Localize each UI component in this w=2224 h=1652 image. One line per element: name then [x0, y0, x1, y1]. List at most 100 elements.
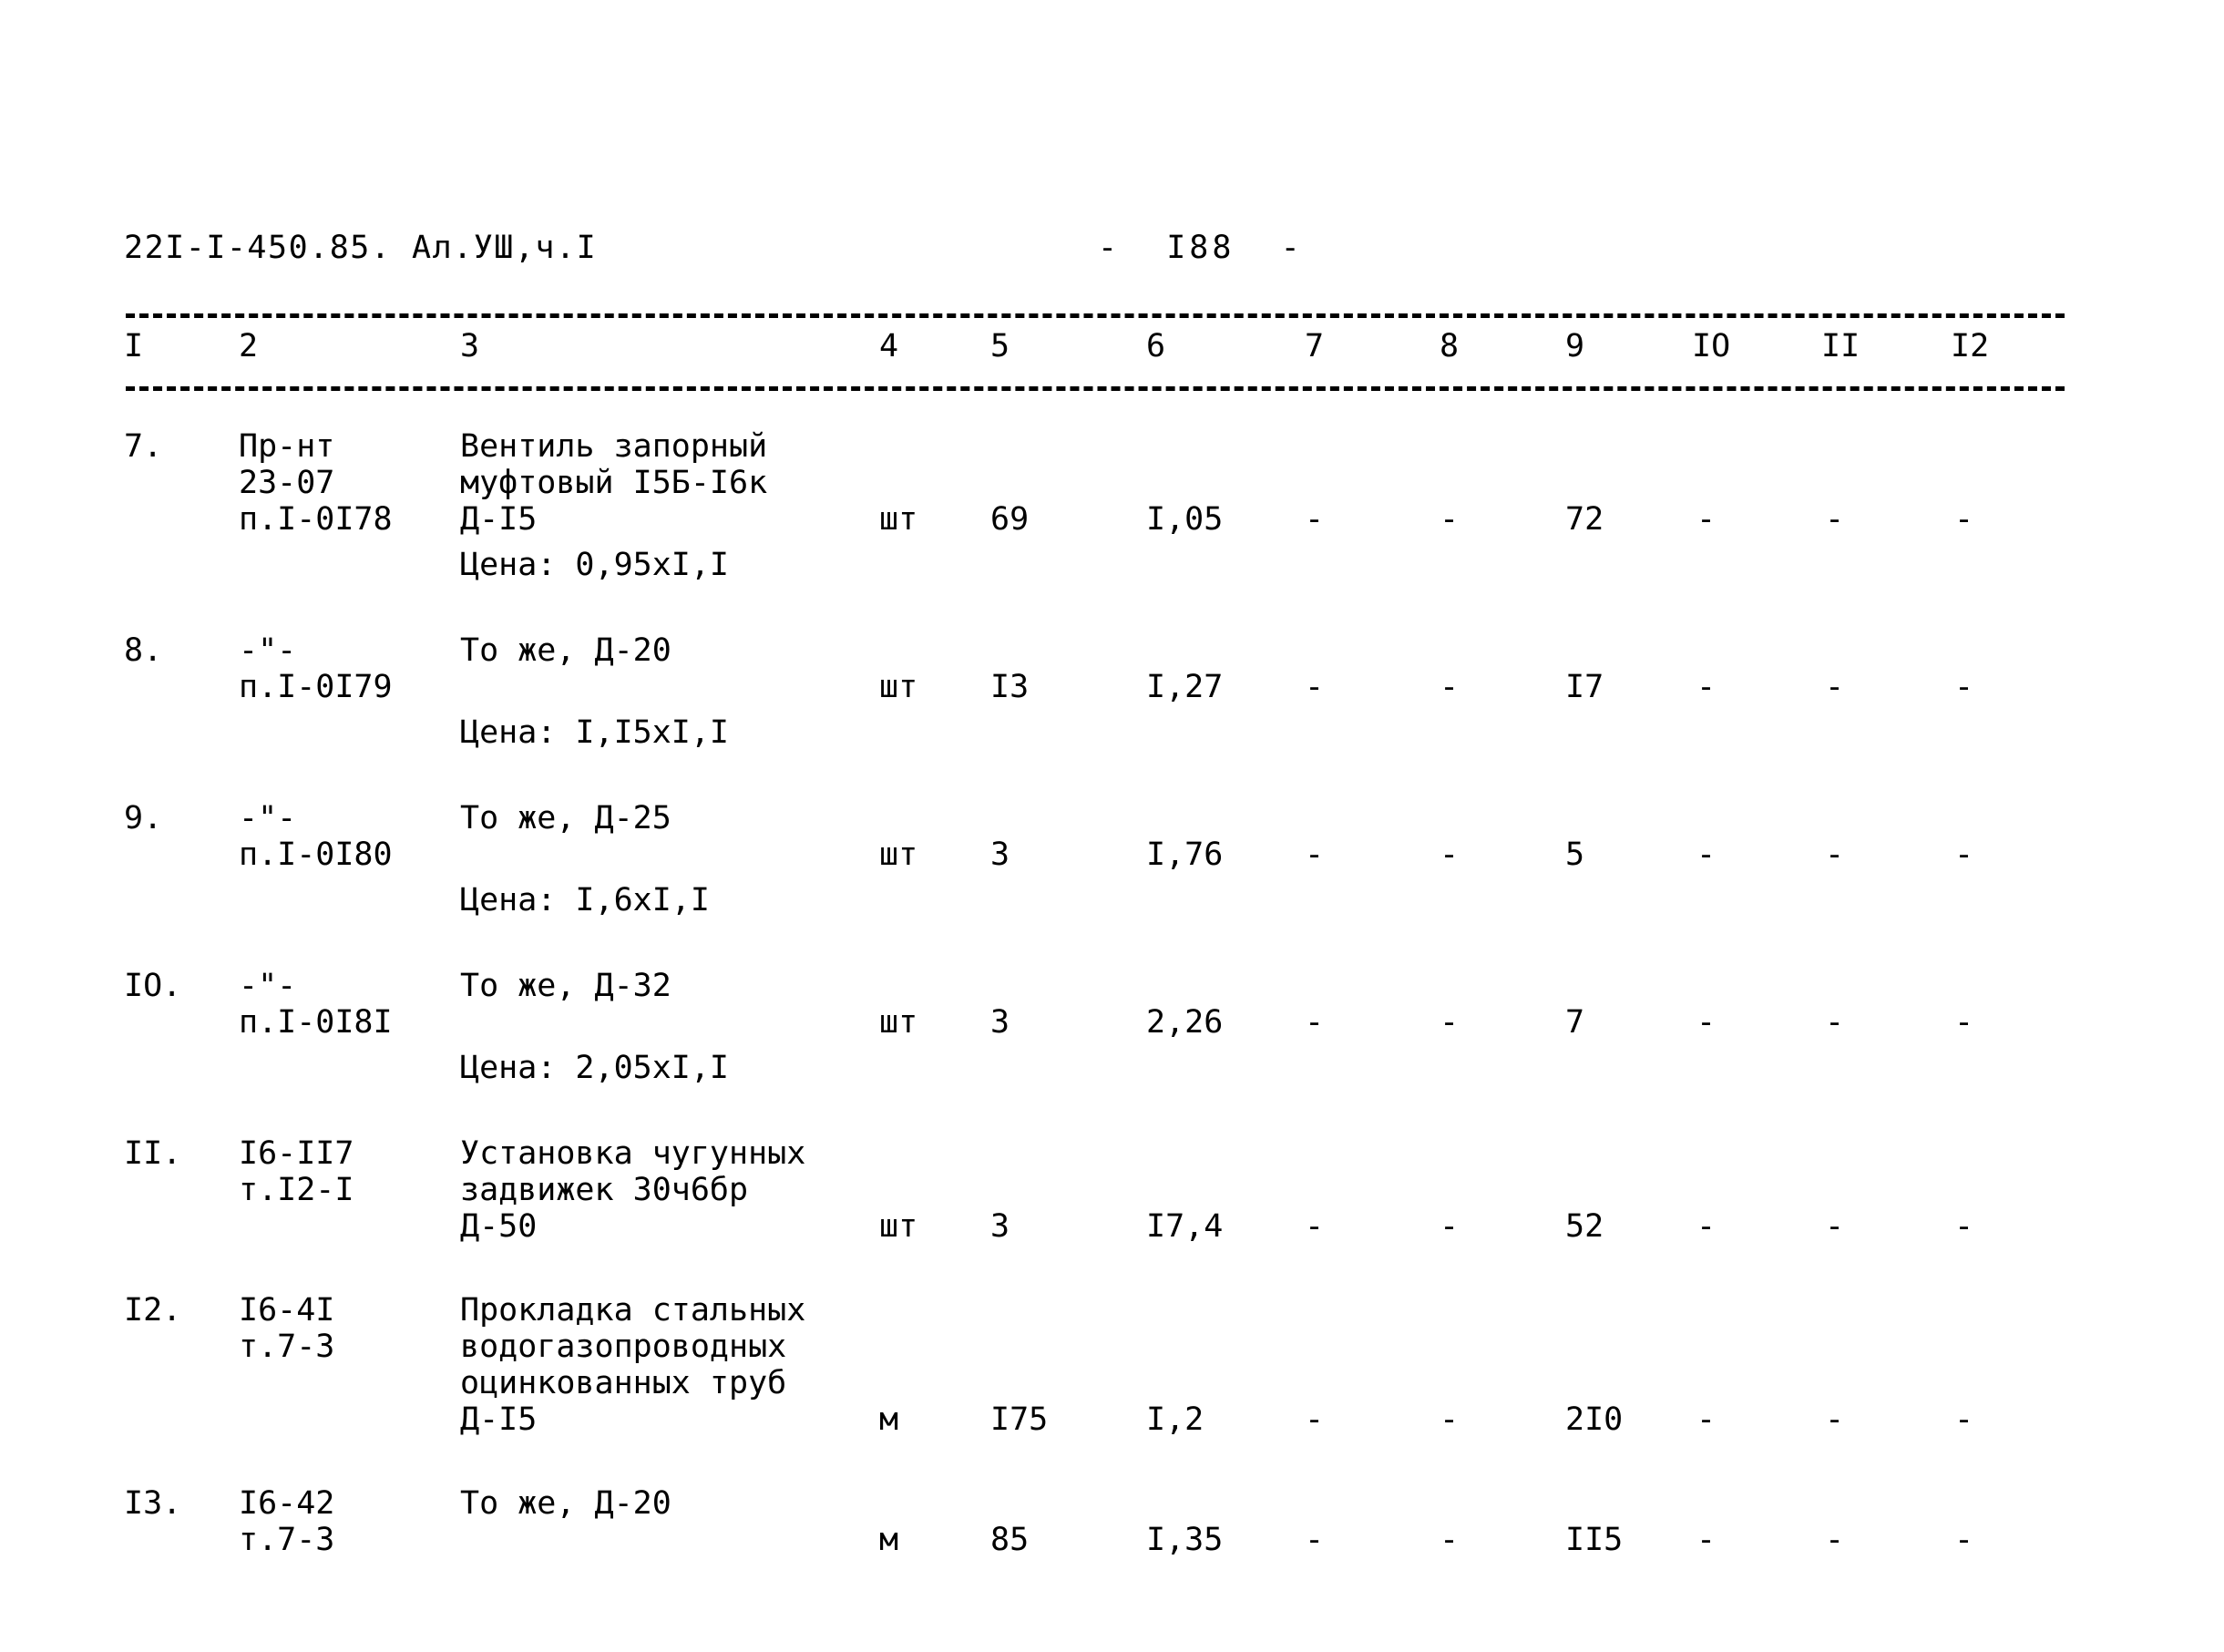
row-col11: - [1825, 669, 1845, 705]
row-code: I6-4I т.7-3 [239, 1292, 335, 1365]
row-description: Прокладка стальных водогазопроводных оци… [460, 1292, 806, 1438]
row-col7: - [1305, 501, 1325, 538]
column-number: 3 [460, 328, 480, 364]
row-col8: - [1440, 836, 1460, 873]
row-col11: - [1825, 836, 1845, 873]
column-number-band: I 2 3 4 5 6 7 8 9 IO II I2 [0, 328, 2224, 374]
row-price-note: Цена: 2,05хI,I [460, 1050, 730, 1086]
row-col7: - [1305, 1208, 1325, 1245]
row-unit: м [879, 1401, 899, 1438]
document-code: 22I-I-450.85. Ал.УШ,ч.I [124, 230, 598, 266]
row-col9: I7 [1565, 669, 1604, 705]
row-quantity: 3 [990, 1004, 1010, 1041]
column-number: I [124, 328, 144, 364]
row-col12: - [1954, 1522, 1974, 1558]
row-unit: шт [879, 669, 918, 705]
row-price-note: Цена: I,I5хI,I [460, 714, 730, 751]
row-col11: - [1825, 1522, 1845, 1558]
row-code: I6-42 т.7-3 [239, 1485, 335, 1558]
row-col10: - [1696, 1401, 1717, 1438]
row-col10: - [1696, 1522, 1717, 1558]
row-col11: - [1825, 1401, 1845, 1438]
row-unit: шт [879, 836, 918, 873]
page-number: - I88 - [1098, 230, 1304, 266]
row-code: I6-II7 т.I2-I [239, 1135, 354, 1208]
row-unit-price: I,27 [1146, 669, 1224, 705]
column-number: IO [1692, 328, 1731, 364]
row-unit-price: I,76 [1146, 836, 1224, 873]
row-code: Пр-нт 23-07 п.I-0I78 [239, 428, 393, 538]
row-col12: - [1954, 836, 1974, 873]
row-unit: шт [879, 1004, 918, 1041]
row-description: Установка чугунных задвижек 30ч6бр Д-50 [460, 1135, 806, 1245]
row-unit: шт [879, 1208, 918, 1245]
row-unit-price: I,2 [1146, 1401, 1204, 1438]
row-col10: - [1696, 1004, 1717, 1041]
row-code: -"- п.I-0I80 [239, 800, 393, 873]
row-col10: - [1696, 669, 1717, 705]
row-col12: - [1954, 501, 1974, 538]
row-col7: - [1305, 1401, 1325, 1438]
row-col9: 72 [1565, 501, 1604, 538]
row-unit-price: 2,26 [1146, 1004, 1224, 1041]
row-col12: - [1954, 1401, 1974, 1438]
row-quantity: 85 [990, 1522, 1030, 1558]
row-col9: 52 [1565, 1208, 1604, 1245]
row-col7: - [1305, 669, 1325, 705]
row-quantity: 3 [990, 836, 1010, 873]
column-number: II [1821, 328, 1860, 364]
row-col8: - [1440, 1208, 1460, 1245]
row-col10: - [1696, 501, 1717, 538]
row-col12: - [1954, 669, 1974, 705]
row-description: То же, Д-25 [460, 800, 671, 836]
row-price-note: Цена: 0,95хI,I [460, 547, 730, 583]
row-col7: - [1305, 1522, 1325, 1558]
row-description: То же, Д-32 [460, 968, 671, 1004]
column-number: 6 [1146, 328, 1166, 364]
row-col8: - [1440, 1401, 1460, 1438]
row-unit-price: I,35 [1146, 1522, 1224, 1558]
row-quantity: I3 [990, 669, 1030, 705]
row-col10: - [1696, 1208, 1717, 1245]
row-quantity: I75 [990, 1401, 1049, 1438]
row-index: I3. [124, 1485, 182, 1522]
row-unit: шт [879, 501, 918, 538]
row-unit: м [879, 1522, 899, 1558]
column-number: 9 [1565, 328, 1585, 364]
row-index: 7. [124, 428, 163, 465]
row-code: -"- п.I-0I79 [239, 632, 393, 705]
row-description: Вентиль запорный муфтовый I5Б-I6к Д-I5 [460, 428, 768, 538]
table-body: 7. Пр-нт 23-07 п.I-0I78 Вентиль запорный м… [0, 386, 2224, 1558]
column-number: 5 [990, 328, 1010, 364]
column-number: 2 [239, 328, 259, 364]
row-description: То же, Д-20 [460, 1485, 671, 1522]
row-col9: 2I0 [1565, 1401, 1624, 1438]
row-col11: - [1825, 1004, 1845, 1041]
row-code: -"- п.I-0I8I [239, 968, 393, 1041]
row-col7: - [1305, 836, 1325, 873]
page-header: 22I-I-450.85. Ал.УШ,ч.I - I88 - [0, 230, 2224, 273]
row-index: 8. [124, 632, 163, 669]
row-col8: - [1440, 669, 1460, 705]
row-col9: 7 [1565, 1004, 1585, 1041]
row-unit-price: I7,4 [1146, 1208, 1224, 1245]
row-index: I2. [124, 1292, 182, 1329]
row-col10: - [1696, 836, 1717, 873]
row-col9: 5 [1565, 836, 1585, 873]
row-col8: - [1440, 1004, 1460, 1041]
column-number: 8 [1440, 328, 1460, 364]
column-number: I2 [1951, 328, 1990, 364]
row-price-note: Цена: I,6хI,I [460, 882, 710, 918]
column-number: 4 [879, 328, 899, 364]
document-page: 22I-I-450.85. Ал.УШ,ч.I - I88 - I2345678… [0, 0, 2224, 1652]
row-unit-price: I,05 [1146, 501, 1224, 538]
row-col7: - [1305, 1004, 1325, 1041]
row-index: II. [124, 1135, 182, 1172]
row-col9: II5 [1565, 1522, 1624, 1558]
row-quantity: 69 [990, 501, 1030, 538]
row-col8: - [1440, 501, 1460, 538]
row-index: 9. [124, 800, 163, 836]
row-col8: - [1440, 1522, 1460, 1558]
row-col12: - [1954, 1004, 1974, 1041]
row-col11: - [1825, 501, 1845, 538]
